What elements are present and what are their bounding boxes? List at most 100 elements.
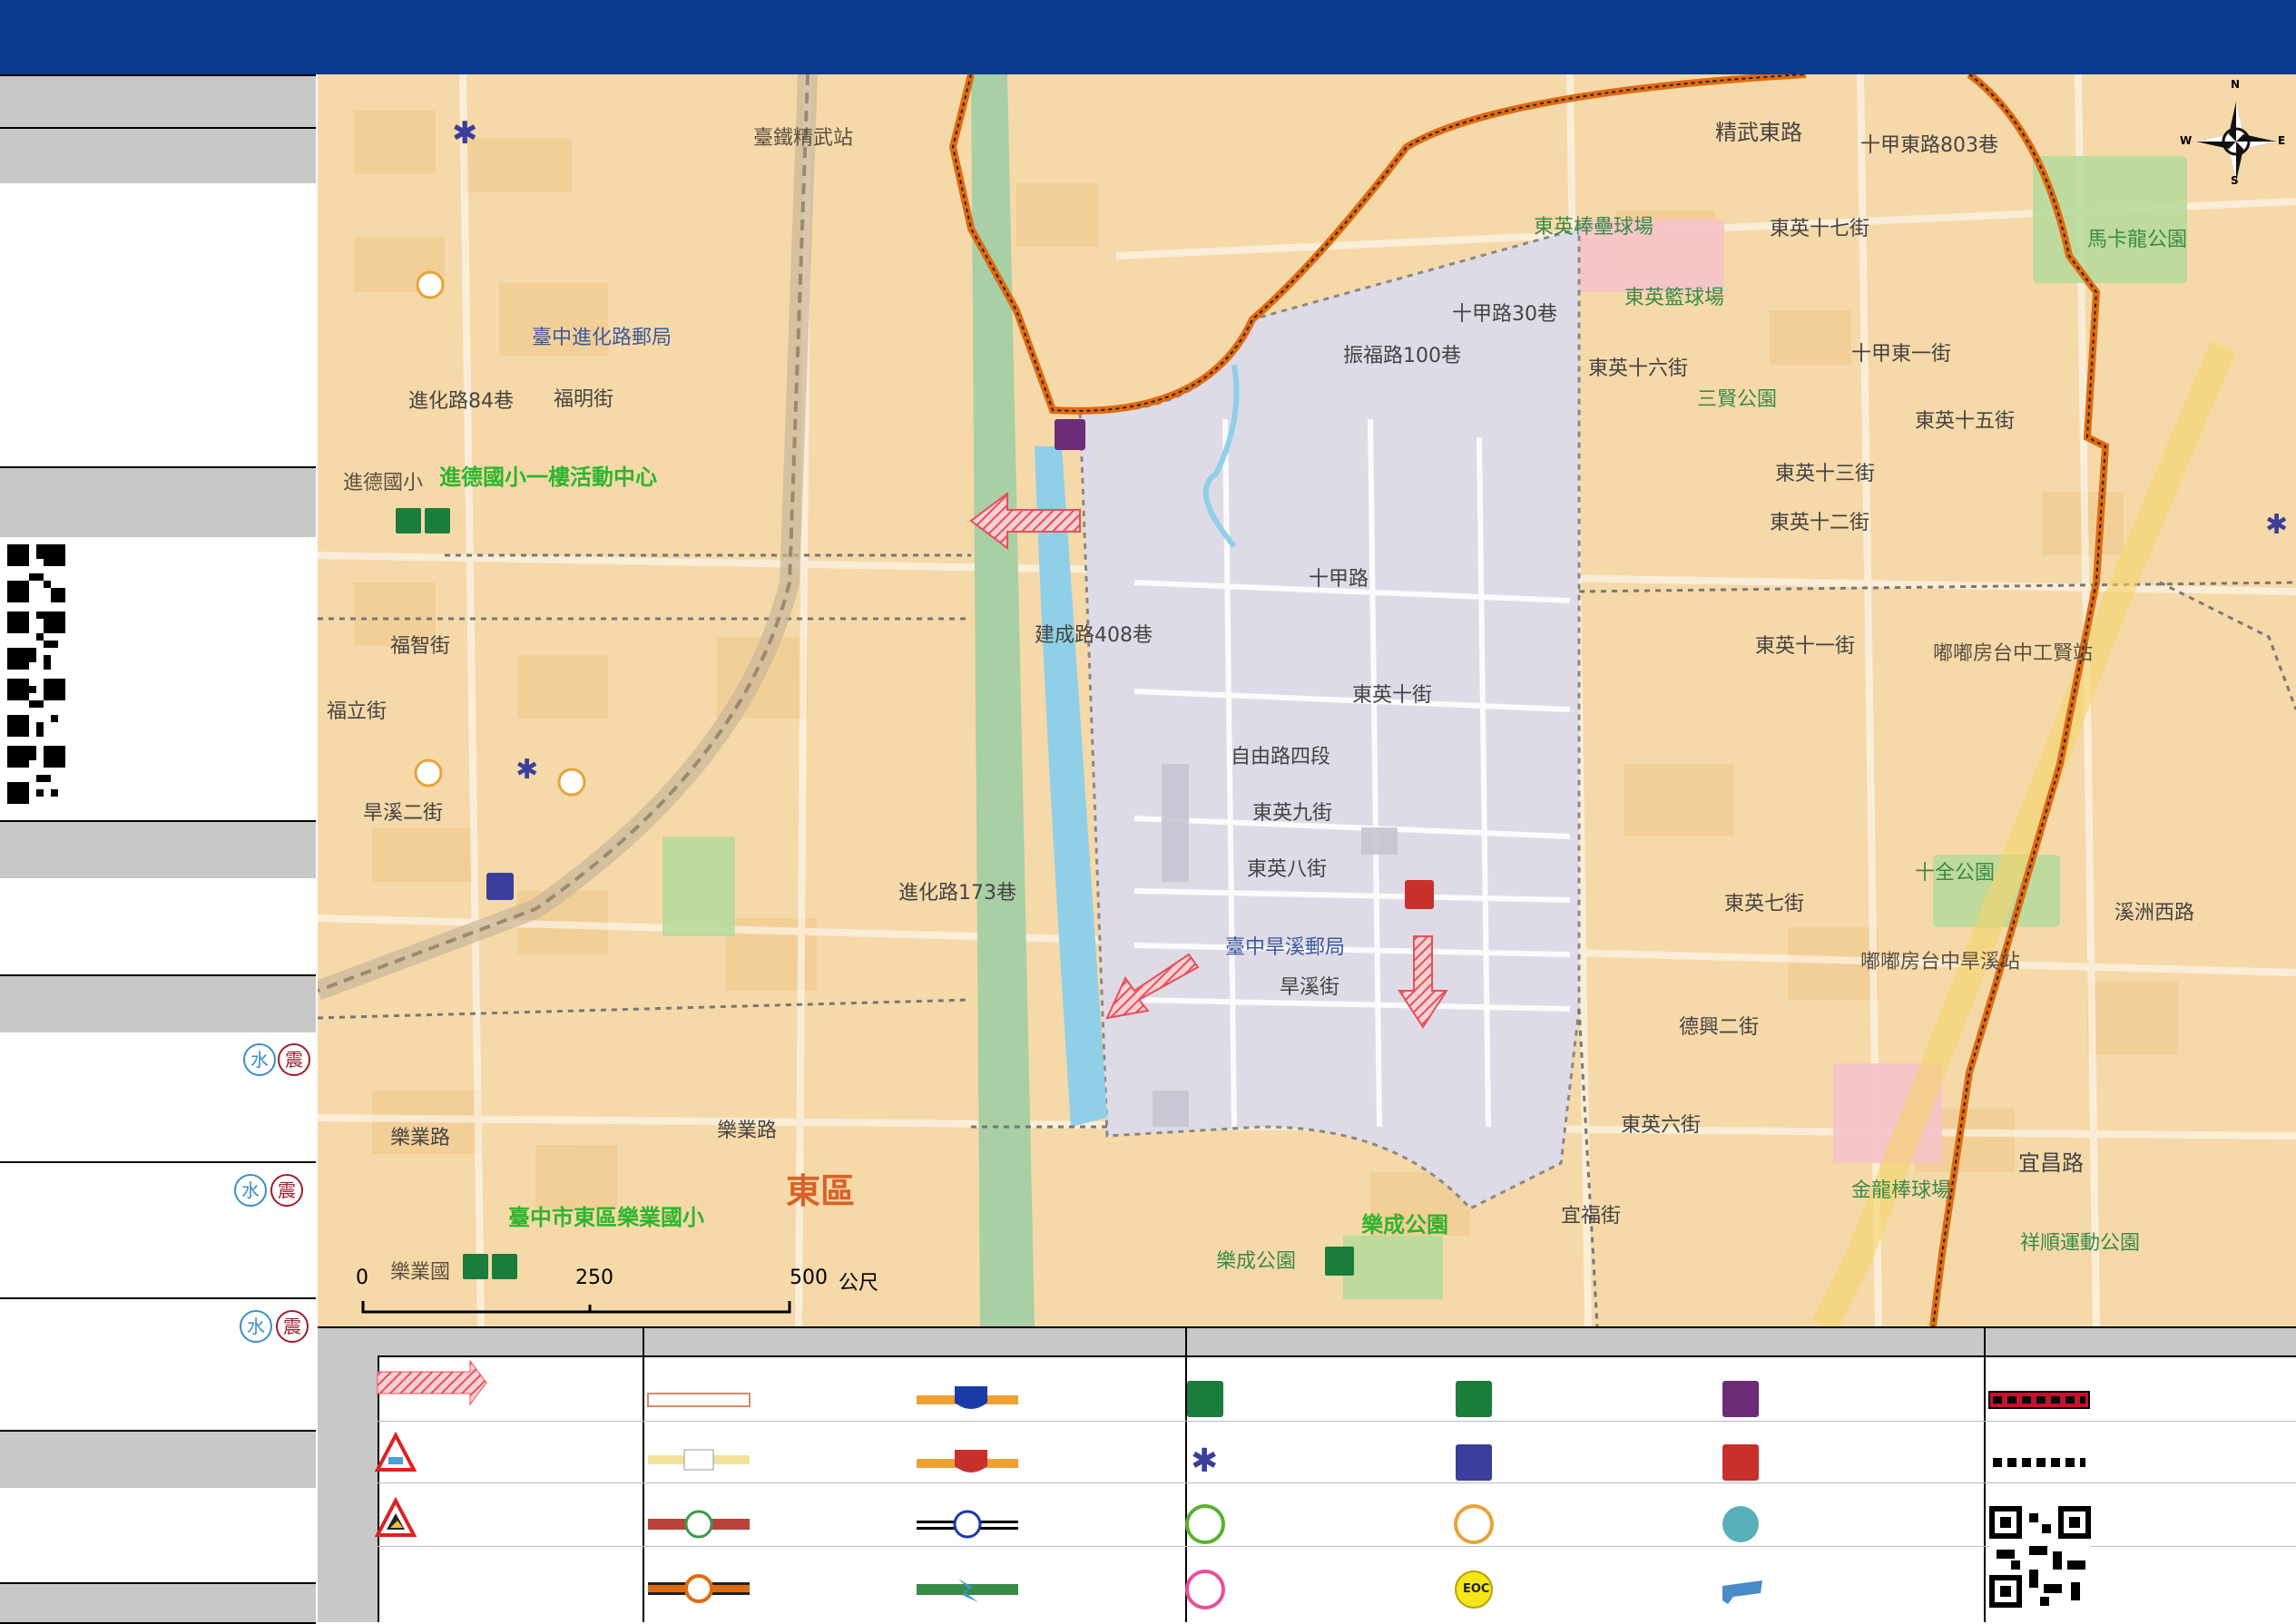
sidebar-header-2 <box>0 127 316 185</box>
sidebar-qr-block <box>0 537 316 818</box>
qr-code-icon[interactable] <box>7 611 65 670</box>
road-label: 東英十二街 <box>1770 512 1870 534</box>
road-label: 東英八街 <box>1247 858 1328 881</box>
outdoor-shelter-icon <box>1187 1381 1223 1417</box>
road-label: 振福路100巷 <box>1343 345 1461 367</box>
row-divider <box>0 1161 316 1163</box>
road-label: 東英十七街 <box>1770 218 1870 240</box>
flood-badge: 水 <box>234 1174 267 1207</box>
road-label: 東英六街 <box>1621 1114 1702 1137</box>
road-label: 東英十三街 <box>1775 463 1876 485</box>
poi-label: 祥順運動公園 <box>2020 1232 2141 1255</box>
road-label: 福立街 <box>327 700 388 723</box>
sidebar-header-4 <box>0 1430 316 1490</box>
compass-n: N <box>2231 78 2241 91</box>
police-icon <box>1456 1444 1492 1481</box>
shelter-label-jinde[interactable]: 進德國小一樓活動中心 <box>439 459 657 491</box>
elderly-care-icon <box>1454 1504 1494 1544</box>
road-label: 進化路173巷 <box>898 882 1016 905</box>
shelter-label-leye[interactable]: 臺中市東區樂業國小 <box>508 1199 704 1231</box>
poi-label: 臺鐵精武站 <box>753 127 854 150</box>
road-label: 十甲東一街 <box>1851 343 1952 366</box>
map-view[interactable]: ✱ ✱ ✱ 進德國小一樓活動中心 臺中市東區樂業國小 樂成公園 東區 臺鐵精武站… <box>318 74 2296 1326</box>
road-label: 十甲東路803巷 <box>1860 134 1998 157</box>
sidebar-header-1 <box>0 74 316 129</box>
eoc-label: EOC <box>1463 1582 1490 1596</box>
poi-label: 嘟嘟房台中旱溪站 <box>1860 951 2021 973</box>
road-label: 德興二街 <box>1679 1016 1760 1039</box>
legend: ✱ EOC <box>318 1326 2296 1622</box>
sidebar-header-5 <box>0 1582 316 1624</box>
road-label: 東英十五街 <box>1915 410 2016 433</box>
qr-code-icon[interactable] <box>1989 1506 2091 1608</box>
row-divider <box>0 1297 316 1299</box>
compass-w: W <box>2180 134 2193 147</box>
sidebar-shelter-list: 水 震 水 震 水 震 <box>0 1032 316 1370</box>
road-label: 溪洲西路 <box>2114 902 2195 925</box>
shelter-label-lecheng[interactable]: 樂成公園 <box>1361 1207 1448 1238</box>
qr-code-icon[interactable] <box>7 746 65 804</box>
road-label: 十甲路30巷 <box>1452 303 1557 326</box>
poi-label: 樂成公園 <box>1216 1250 1297 1273</box>
legend-symbols: ✱ <box>374 1359 2091 1609</box>
poi-label: 馬卡龍公園 <box>2087 229 2188 251</box>
ambulance-icon: ✱ <box>1191 1443 1218 1480</box>
maternity-icon <box>1185 1570 1225 1609</box>
poi-label: 十全公園 <box>1915 862 1996 885</box>
district-label: 東區 <box>786 1171 856 1211</box>
road-label: 東英十一街 <box>1755 635 1856 658</box>
road-label: 東英十街 <box>1352 684 1433 707</box>
poi-label: 金龍棒球場 <box>1851 1179 1952 1202</box>
road-label: 宜福街 <box>1561 1205 1622 1228</box>
qr-code-icon[interactable] <box>7 679 65 737</box>
fire-station-icon <box>1722 1444 1759 1481</box>
sidebar-block-3 <box>0 878 316 974</box>
title-bar <box>0 0 2296 74</box>
poi-label: 東英籃球場 <box>1624 287 1725 309</box>
poi-label: 臺中進化路郵局 <box>532 327 672 349</box>
quake-badge: 震 <box>270 1174 303 1207</box>
quake-badge: 震 <box>278 1043 310 1076</box>
helicopter-icon <box>1722 1580 1762 1604</box>
indoor-shelter-icon <box>1456 1381 1492 1417</box>
sidebar-block-4 <box>0 1488 316 1582</box>
poi-label: 嘟嘟房台中工賢站 <box>1933 642 2094 665</box>
poi-label: 進德國小 <box>343 472 424 494</box>
scale-mid: 250 <box>575 1267 613 1289</box>
road-label: 旱溪二街 <box>363 802 444 825</box>
compass-e: E <box>2278 134 2286 147</box>
quake-badge: 震 <box>276 1310 309 1343</box>
road-label: 福明街 <box>554 388 614 411</box>
sidebar: 水 震 水 震 水 震 <box>0 74 319 1624</box>
poi-label: 臺中旱溪郵局 <box>1225 936 1346 959</box>
compass-s: S <box>2231 174 2239 187</box>
flood-badge: 水 <box>243 1043 276 1076</box>
flood-badge: 水 <box>240 1310 272 1343</box>
road-label: 十甲路 <box>1309 568 1369 591</box>
sidebar-header-shelters <box>0 974 316 1034</box>
child-care-icon <box>1722 1506 1759 1542</box>
road-label: 福智街 <box>390 635 451 658</box>
road-label: 樂業路 <box>717 1120 778 1142</box>
road-label: 自由路四段 <box>1231 746 1331 768</box>
road-label: 建成路408巷 <box>1035 624 1153 647</box>
road-label: 東英七街 <box>1724 893 1805 915</box>
scale-zero: 0 <box>356 1267 368 1289</box>
poi-label: 三賢公園 <box>1697 388 1778 411</box>
sidebar-header-qr <box>0 466 316 539</box>
poi-label: 東英棒壘球場 <box>1534 216 1654 239</box>
road-label: 東英十六街 <box>1588 357 1689 380</box>
road-label: 旱溪街 <box>1280 976 1340 999</box>
road-label: 進化路84巷 <box>408 390 514 413</box>
qr-code-icon[interactable] <box>7 544 65 602</box>
scale-max: 500 <box>790 1267 828 1289</box>
road-label: 樂業路 <box>390 1127 451 1150</box>
sidebar-info-block <box>0 183 316 466</box>
wheelchair-icon <box>1185 1504 1225 1544</box>
road-label: 宜昌路 <box>2018 1150 2084 1176</box>
disaster-center-icon <box>1722 1381 1759 1417</box>
poi-label: 樂業國 <box>390 1261 451 1284</box>
sidebar-header-3 <box>0 820 316 880</box>
road-label: 精武東路 <box>1715 120 1802 145</box>
road-label: 東英九街 <box>1252 802 1333 825</box>
